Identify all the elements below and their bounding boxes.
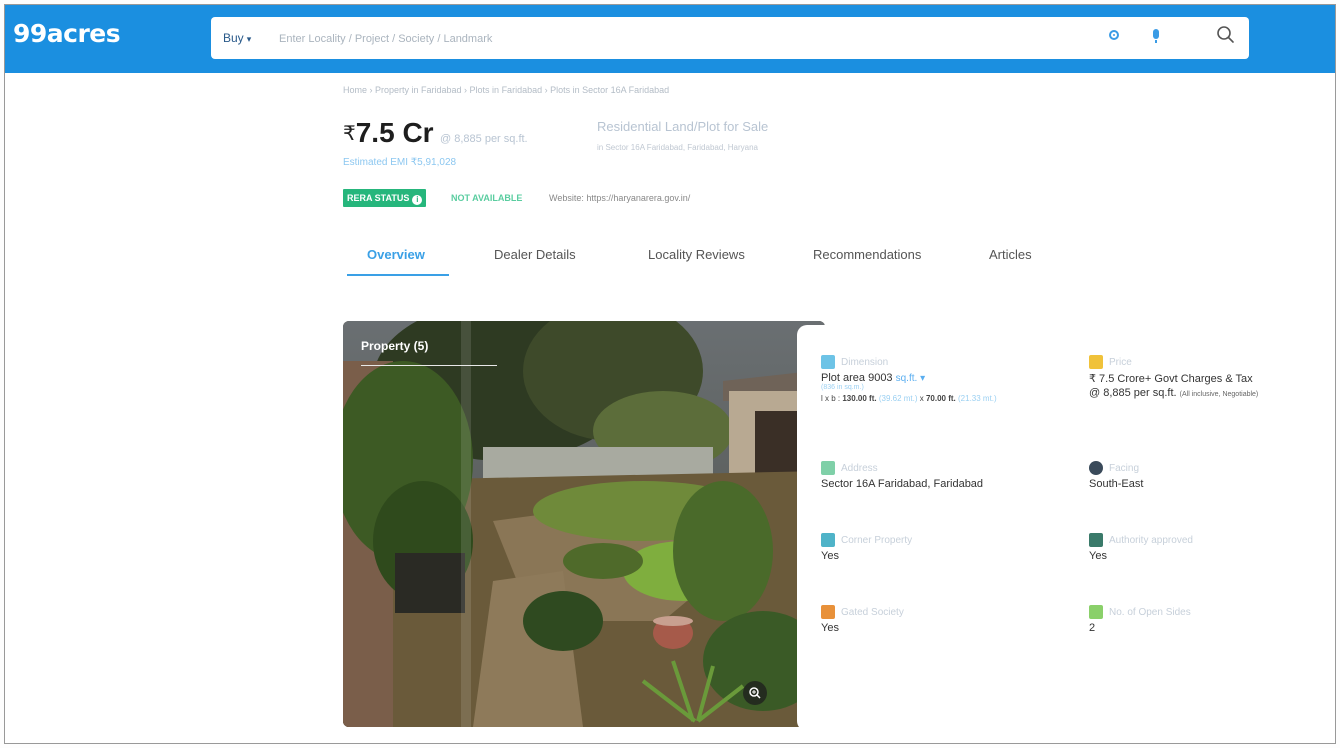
buy-label: Buy xyxy=(223,31,244,45)
zoom-icon[interactable] xyxy=(743,681,767,705)
corner-label: Corner Property xyxy=(841,534,913,546)
detail-dimension: Dimension Plot area 9003 sq.ft. ▾ (836 i… xyxy=(821,355,997,403)
corner-icon xyxy=(821,533,835,547)
plot-dimensions: l x b : 130.00 ft. (39.62 mt.) x 70.00 f… xyxy=(821,394,997,403)
breadcrumb[interactable]: Home › Property in Faridabad › Plots in … xyxy=(343,85,669,95)
rera-badge-label: RERA STATUS xyxy=(347,193,410,203)
compass-icon xyxy=(1089,461,1103,475)
property-location: in Sector 16A Faridabad, Faridabad, Hary… xyxy=(597,143,758,152)
chevron-down-icon: ▾ xyxy=(246,34,252,44)
plot-breadth: 70.00 ft. xyxy=(925,394,956,403)
detail-authority: Authority approved Yes xyxy=(1089,533,1193,562)
property-type: Residential Land/Plot for Sale xyxy=(597,119,769,134)
active-tab-indicator xyxy=(347,274,449,276)
tab-articles[interactable]: Articles xyxy=(989,247,1032,262)
location-icon[interactable] xyxy=(1109,30,1119,40)
tab-bar: Overview Dealer Details Locality Reviews… xyxy=(343,243,1063,277)
logo[interactable]: 99acres xyxy=(13,19,121,48)
detail-open-sides: No. of Open Sides 2 xyxy=(1089,605,1191,634)
authority-value: Yes xyxy=(1089,550,1107,562)
price-extra: + Govt Charges & Tax xyxy=(1144,373,1253,385)
detail-corner: Corner Property Yes xyxy=(821,533,912,562)
top-header: 99acres Buy ▾ xyxy=(5,5,1335,73)
facing-value: South-East xyxy=(1089,478,1144,490)
detail-address: Address Sector 16A Faridabad, Faridabad xyxy=(821,461,983,490)
price-amount: 7.5 Cr xyxy=(355,117,434,148)
tab-locality-reviews[interactable]: Locality Reviews xyxy=(648,247,745,262)
price-per-sqft: @ 8,885 per sq.ft. xyxy=(440,133,528,145)
signpost-icon xyxy=(821,461,835,475)
plot-length-m: (39.62 mt.) xyxy=(878,394,918,403)
plot-length: 130.00 ft. xyxy=(842,394,877,403)
dimension-icon xyxy=(821,355,835,369)
plot-breadth-m: (21.33 mt.) xyxy=(958,394,997,403)
dimension-label: Dimension xyxy=(841,356,889,368)
gated-value: Yes xyxy=(821,622,839,634)
gated-society-icon xyxy=(821,605,835,619)
facing-label: Facing xyxy=(1109,462,1140,474)
estimated-emi-link[interactable]: Estimated EMI ₹5,91,028 xyxy=(343,157,456,168)
plot-area-sqm: (836 in sq.m.) xyxy=(821,384,864,391)
rera-status-badge[interactable]: RERA STATUS i xyxy=(343,189,427,207)
price-label: Price xyxy=(1109,356,1132,368)
address-value: Sector 16A Faridabad, Faridabad xyxy=(821,478,984,490)
buy-dropdown[interactable]: Buy ▾ xyxy=(223,31,251,45)
open-sides-icon xyxy=(1089,605,1103,619)
area-unit-label: sq.ft. xyxy=(895,373,918,384)
search-icon[interactable] xyxy=(1216,25,1236,45)
rupee-symbol: ₹ xyxy=(343,123,356,145)
open-sides-label: No. of Open Sides xyxy=(1109,606,1191,618)
plot-area-value: Plot area 9003 xyxy=(821,372,893,384)
detail-price: Price ₹ 7.5 Crore+ Govt Charges & Tax @ … xyxy=(1089,355,1258,399)
detail-gated: Gated Society Yes xyxy=(821,605,904,634)
authority-approved-icon xyxy=(1089,533,1103,547)
dims-prefix: l x b : xyxy=(821,394,843,403)
price-block: ₹7.5 Cr @ 8,885 per sq.ft. xyxy=(343,117,528,149)
authority-label: Authority approved xyxy=(1109,534,1193,546)
tab-dealer-details[interactable]: Dealer Details xyxy=(494,247,576,262)
detail-facing: Facing South-East xyxy=(1089,461,1143,490)
price-value: ₹ 7.5 Crore xyxy=(1089,373,1145,385)
price-note: (All inclusive, Negotiable) xyxy=(1179,391,1259,398)
dims-times: x xyxy=(917,394,926,403)
tab-overview[interactable]: Overview xyxy=(367,247,425,262)
page-frame: 99acres Buy▾ Home › Property in Faridaba… xyxy=(4,4,1336,744)
rera-website[interactable]: Website: https://haryanarera.gov.in/ xyxy=(549,193,690,203)
address-label: Address xyxy=(841,462,878,474)
search-input[interactable] xyxy=(277,27,1081,51)
rera-status-value: NOT AVAILABLE xyxy=(451,193,523,203)
area-unit-dropdown[interactable]: sq.ft. ▾ xyxy=(896,373,926,384)
price-icon xyxy=(1089,355,1103,369)
search-bar: Buy ▾ xyxy=(211,17,1249,59)
info-icon: i xyxy=(412,195,423,205)
gated-label: Gated Society xyxy=(841,606,904,618)
tab-recommendations[interactable]: Recommendations xyxy=(813,247,921,262)
price-per-sqft-detail: @ 8,885 per sq.ft. xyxy=(1089,387,1177,399)
property-photo[interactable]: Property (5) xyxy=(343,321,825,727)
photo-count-label: Property (5) xyxy=(361,339,429,353)
garden-photo-illustration xyxy=(343,321,825,727)
open-sides-value: 2 xyxy=(1089,622,1096,634)
photo-label-underline xyxy=(361,365,497,366)
corner-value: Yes xyxy=(821,550,839,562)
microphone-icon[interactable] xyxy=(1153,29,1159,43)
